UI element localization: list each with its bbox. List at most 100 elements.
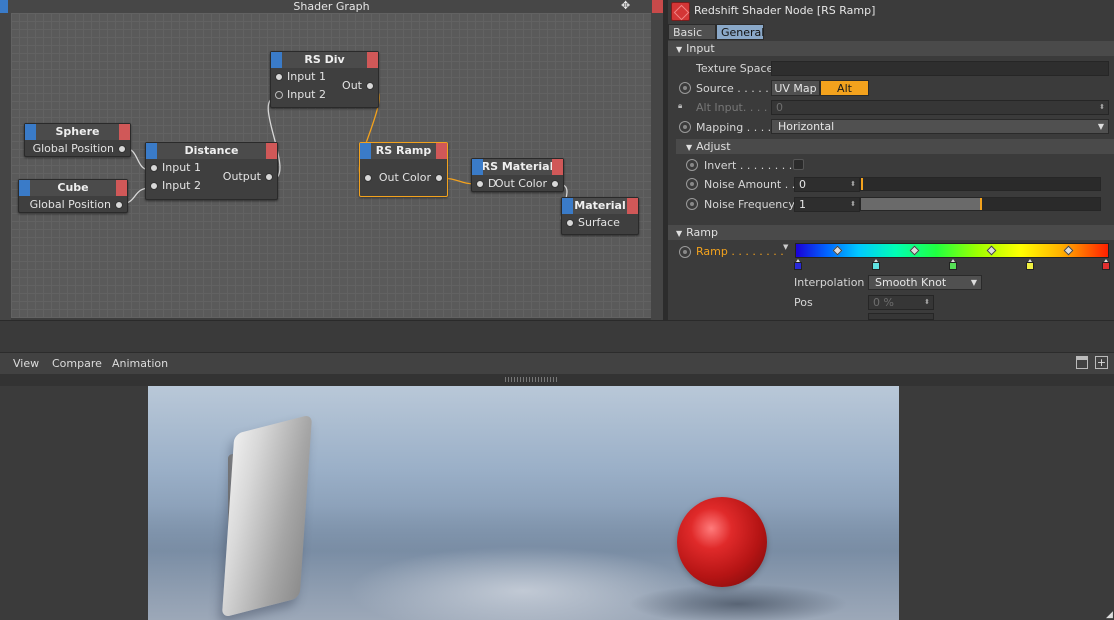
input-port[interactable]	[364, 174, 372, 182]
noise-amount-field[interactable]: 0 ⬍	[794, 177, 860, 192]
keyframe-dot-icon[interactable]	[686, 178, 698, 190]
keyframe-dot-icon[interactable]	[679, 82, 691, 94]
menu-view[interactable]: View	[13, 357, 39, 370]
menu-animation[interactable]: Animation	[112, 357, 168, 370]
shader-graph-panel: Shader Graph ✥ Sphere Global Position Cu…	[0, 0, 663, 320]
noise-frequency-slider[interactable]	[860, 197, 1101, 211]
pos-value: 0 %	[873, 296, 894, 309]
ramp-midpoint-diamond[interactable]	[986, 245, 997, 256]
node-rs-ramp[interactable]: RS Ramp Out Color	[359, 142, 448, 197]
next-field-partial	[868, 313, 934, 320]
render-cube	[221, 414, 313, 618]
node-sphere[interactable]: Sphere Global Position	[24, 123, 131, 157]
node-title: Distance	[184, 144, 239, 157]
section-adjust[interactable]: ▼ Adjust	[676, 139, 1114, 154]
port-label: Input 1	[287, 70, 326, 83]
move-icon[interactable]: ✥	[621, 0, 649, 13]
port-red-tab	[367, 52, 378, 68]
ramp-knot-green[interactable]	[949, 259, 957, 270]
output-port[interactable]	[118, 145, 126, 153]
slider-handle[interactable]	[861, 178, 863, 190]
input-port[interactable]	[275, 73, 283, 81]
port-label: Out Color	[494, 177, 547, 190]
port-blue-tab	[25, 124, 36, 140]
slider-fill	[861, 198, 981, 210]
node-rs-div[interactable]: RS Div Input 1 Input 2 Out	[270, 51, 379, 108]
section-input[interactable]: ▼ Input	[668, 41, 1114, 56]
ramp-knot-blue[interactable]	[794, 259, 802, 270]
spinner-icon[interactable]: ⬍	[924, 296, 930, 309]
section-title: Input	[686, 42, 715, 55]
ramp-knot-cyan[interactable]	[872, 259, 880, 270]
source-alt-button[interactable]: Alt	[820, 80, 869, 96]
render-image[interactable]	[148, 386, 899, 620]
splitter-grip-icon[interactable]	[505, 377, 559, 382]
window-layout-icon[interactable]	[1076, 356, 1088, 369]
input-port[interactable]	[275, 91, 283, 99]
noise-amount-value: 0	[799, 178, 806, 191]
chevron-down-icon: ▼	[1097, 122, 1104, 131]
pos-field[interactable]: 0 % ⬍	[868, 295, 934, 310]
port-red-tab	[116, 180, 127, 196]
node-distance[interactable]: Distance Input 1 Input 2 Output	[145, 142, 278, 200]
output-port[interactable]	[551, 180, 559, 188]
render-sphere-shadow	[628, 584, 848, 620]
ramp-midpoint-diamond[interactable]	[832, 245, 843, 256]
keyframe-dot-icon[interactable]	[679, 121, 691, 133]
section-title: Ramp	[686, 226, 718, 239]
new-window-icon[interactable]: +	[1095, 356, 1108, 369]
panel-corner-red	[652, 0, 663, 13]
ramp-midpoint-diamond[interactable]	[1063, 245, 1074, 256]
ramp-midpoint-diamond[interactable]	[909, 245, 920, 256]
node-cube[interactable]: Cube Global Position	[18, 179, 128, 213]
alt-input-value: 0	[776, 101, 783, 114]
noise-frequency-field[interactable]: 1 ⬍	[794, 197, 860, 212]
invert-checkbox[interactable]	[793, 159, 804, 170]
node-rs-material[interactable]: RS Material D Out Color	[471, 158, 564, 192]
port-red-tab	[266, 143, 277, 159]
node-title: RS Material	[481, 160, 554, 173]
ramp-menu-arrow-icon[interactable]: ▼	[783, 243, 788, 251]
noise-amount-slider[interactable]	[860, 177, 1101, 191]
interpolation-label: Interpolation	[794, 276, 865, 289]
graph-right-edge	[651, 13, 663, 320]
spinner-icon[interactable]: ⬍	[1099, 101, 1105, 114]
output-port[interactable]	[435, 174, 443, 182]
slider-handle[interactable]	[980, 198, 982, 210]
output-port[interactable]	[265, 173, 273, 181]
port-red-tab	[627, 198, 638, 214]
ramp-knot-red[interactable]	[1102, 259, 1110, 270]
ramp-knot-yellow[interactable]	[1026, 259, 1034, 270]
input-port[interactable]	[150, 182, 158, 190]
port-label: Out	[342, 79, 362, 92]
resize-handle-icon[interactable]: ◢	[1106, 610, 1114, 620]
texture-space-field[interactable]	[771, 61, 1109, 76]
tab-general[interactable]: General	[716, 24, 764, 40]
port-label: Input 1	[162, 161, 201, 174]
output-port[interactable]	[366, 82, 374, 90]
menu-compare[interactable]: Compare	[52, 357, 102, 370]
source-uvmap-button[interactable]: UV Map	[771, 80, 820, 96]
spinner-icon[interactable]: ⬍	[850, 198, 856, 211]
input-port[interactable]	[150, 164, 158, 172]
section-ramp[interactable]: ▼ Ramp	[668, 225, 1114, 240]
port-red-tab	[436, 143, 447, 159]
section-title: Adjust	[696, 140, 731, 153]
keyframe-dot-icon[interactable]	[686, 198, 698, 210]
tab-basic[interactable]: Basic	[668, 24, 716, 40]
output-port[interactable]	[115, 201, 123, 209]
port-blue-tab	[562, 198, 573, 214]
mapping-value: Horizontal	[778, 120, 835, 133]
alt-input-field[interactable]: 0 ⬍	[771, 100, 1109, 115]
node-material[interactable]: Material Surface	[561, 197, 639, 235]
interpolation-value: Smooth Knot	[875, 276, 947, 289]
ramp-gradient[interactable]	[795, 243, 1109, 258]
input-port[interactable]	[476, 180, 484, 188]
input-port[interactable]	[566, 219, 574, 227]
spinner-icon[interactable]: ⬍	[850, 178, 856, 191]
interpolation-dropdown[interactable]: Smooth Knot ▼	[868, 275, 982, 290]
port-blue-tab	[19, 180, 30, 196]
mapping-dropdown[interactable]: Horizontal ▼	[771, 119, 1109, 134]
keyframe-dot-icon[interactable]	[679, 246, 691, 258]
keyframe-dot-icon[interactable]	[686, 159, 698, 171]
